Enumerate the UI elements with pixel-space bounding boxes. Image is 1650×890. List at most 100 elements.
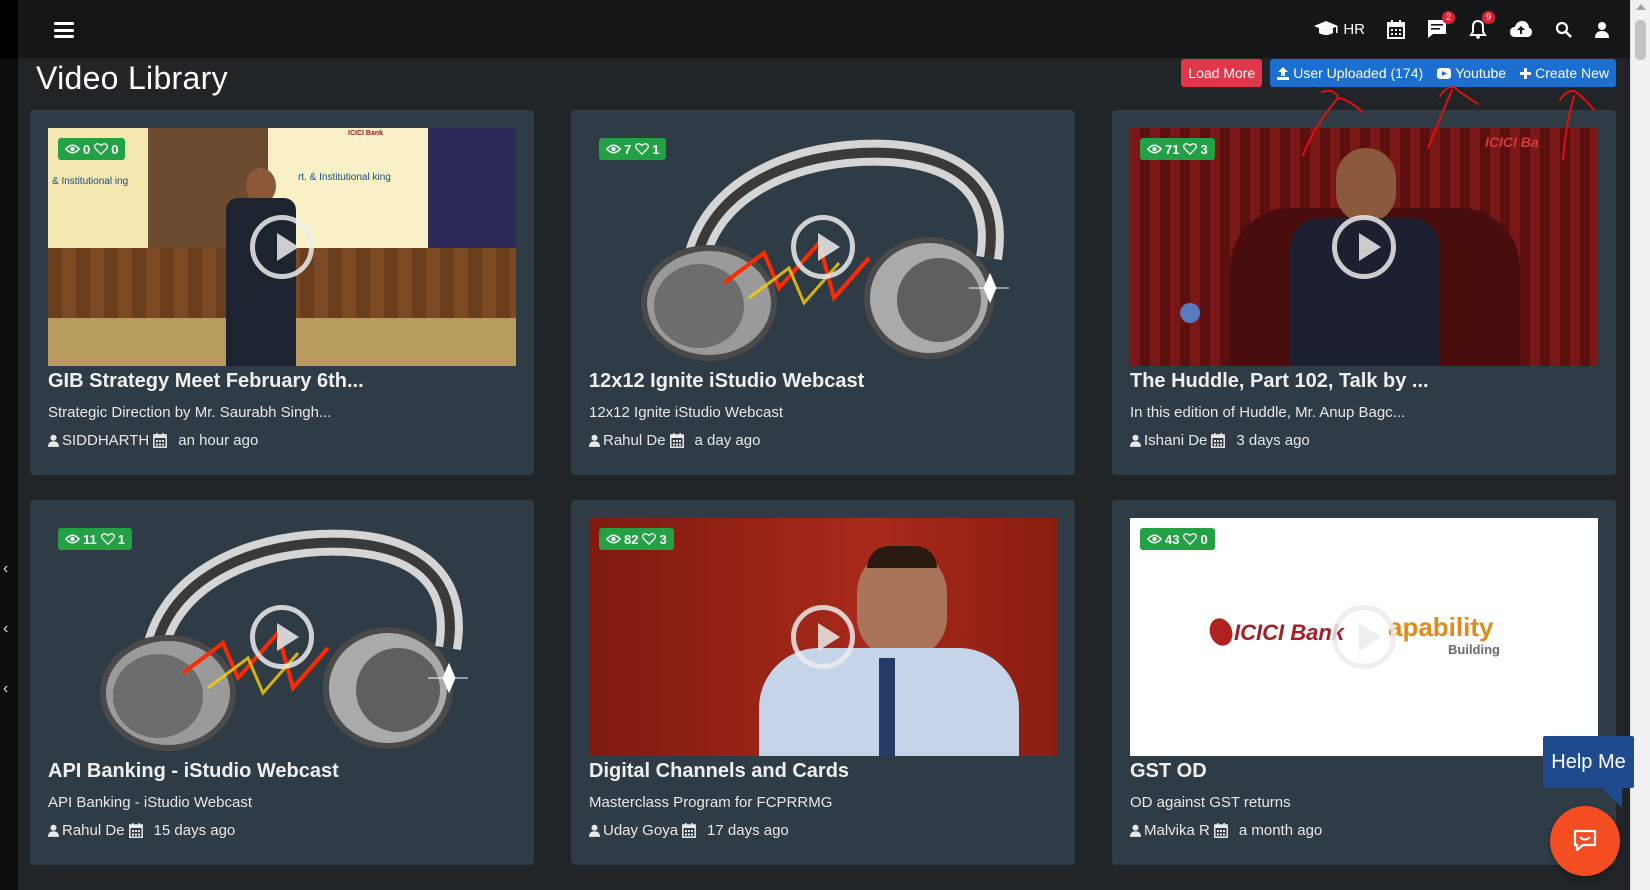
video-card[interactable]: 82 3 Digital Channels and Cards Mastercl… [571,500,1075,865]
chevron-left-icon[interactable]: ‹ [3,620,8,638]
calendar-button[interactable] [1387,19,1405,39]
profile-button[interactable] [1594,21,1610,38]
eye-icon [1147,144,1162,154]
user-uploaded-label: User Uploaded (174) [1293,65,1424,81]
hr-menu[interactable]: HR [1313,20,1365,38]
views-count: 0 [83,141,91,157]
messages-button[interactable]: 2 [1427,11,1455,39]
search-button[interactable] [1555,21,1572,38]
user-icon [1595,21,1609,38]
video-meta: Ishani De 3 days ago [1130,432,1310,449]
video-card[interactable]: ICICI Bank apability Building 43 0 GST O… [1112,500,1616,865]
heart-icon [1183,143,1197,155]
speaker-hair [867,546,937,568]
play-button-icon[interactable] [250,215,314,279]
thumb-logo-right: apability [1388,612,1494,642]
messages-badge: 2 [1442,11,1455,24]
hr-label: HR [1343,20,1365,38]
video-thumbnail[interactable]: ICICI Ba [1130,128,1598,366]
play-button-icon[interactable] [1332,215,1396,279]
views-count: 82 [624,531,639,547]
video-card[interactable]: ICICI Ba 71 3 The Huddle, Part 102, Talk… [1112,110,1616,475]
video-time: 3 days ago [1236,432,1310,449]
chat-button[interactable] [1550,806,1620,876]
calendar-icon [1214,823,1228,838]
video-title[interactable]: GIB Strategy Meet February 6th... [48,370,364,393]
user-uploaded-button[interactable]: User Uploaded (174) [1270,59,1430,87]
help-box-tail [1600,786,1622,808]
play-button-icon[interactable] [791,215,855,279]
search-icon [1555,21,1572,38]
likes-count: 0 [111,141,119,157]
youtube-button[interactable]: Youtube [1430,59,1513,87]
video-meta: Rahul De 15 days ago [48,822,235,839]
video-card[interactable]: & Institutional ing rt. & Institutional … [30,110,534,475]
video-time: a month ago [1238,822,1323,839]
load-more-button[interactable]: Load More [1181,59,1263,87]
video-description: OD against GST returns [1130,794,1291,811]
scrollbar-thumb[interactable] [1635,20,1646,60]
scroll-up-arrow[interactable] [1636,4,1646,10]
eye-icon [1147,534,1162,544]
video-thumbnail[interactable] [589,518,1057,756]
user-icon [48,824,59,837]
source-button-group: User Uploaded (174) Youtube Create New [1270,59,1616,87]
left-edge-strip [0,0,18,890]
video-card[interactable]: 7 1 12x12 Ignite iStudio Webcast 12x12 I… [571,110,1075,475]
library-actions: Load More User Uploaded (174) Youtube Cr… [1181,59,1616,87]
video-meta: Malvika R a month ago [1130,822,1322,839]
video-title[interactable]: The Huddle, Part 102, Talk by ... [1130,370,1429,393]
likes-count: 3 [659,531,667,547]
play-button-icon[interactable] [250,605,314,669]
video-stats-badge: 43 0 [1140,528,1215,550]
video-thumbnail[interactable] [48,518,516,756]
video-author: Ishani De [1144,432,1208,449]
video-title[interactable]: GST OD [1130,760,1207,783]
play-button-icon[interactable] [791,605,855,669]
video-description: Strategic Direction by Mr. Saurabh Singh… [48,404,332,421]
man-head [1336,148,1396,223]
video-title[interactable]: API Banking - iStudio Webcast [48,760,339,783]
views-count: 71 [1165,141,1180,157]
create-new-button[interactable]: Create New [1513,59,1616,87]
video-thumbnail[interactable]: ICICI Bank apability Building [1130,518,1598,756]
video-card[interactable]: 11 1 API Banking - iStudio Webcast API B… [30,500,534,865]
cloud-upload-icon [1510,21,1532,37]
help-me-box[interactable]: Help Me [1543,736,1634,788]
notifications-button[interactable]: 9 [1469,11,1495,39]
calendar-icon [1387,19,1405,39]
plus-icon [1520,67,1532,79]
video-time: 17 days ago [707,822,789,839]
video-stats-badge: 82 3 [599,528,674,550]
graduation-cap-icon [1314,21,1339,35]
user-icon [48,434,59,447]
video-meta: SIDDHARTH an hour ago [48,432,258,449]
page-title: Video Library [36,60,228,96]
video-stats-badge: 7 1 [599,138,667,160]
video-thumbnail[interactable] [589,128,1057,366]
chevron-left-icon[interactable]: ‹ [3,680,8,698]
chevron-left-icon[interactable]: ‹ [3,560,8,578]
stage-screen-far [428,128,516,248]
video-title[interactable]: Digital Channels and Cards [589,760,849,783]
hamburger-menu-icon[interactable] [54,22,74,38]
video-title[interactable]: 12x12 Ignite iStudio Webcast [589,370,864,393]
header-icons: HR 2 9 [1291,11,1610,44]
likes-count: 1 [117,531,125,547]
user-icon [1130,434,1141,447]
speaker-lanyard [879,658,895,756]
thumb-logo-left: ICICI Bank [1234,620,1345,645]
eye-icon [65,534,80,544]
video-stats-badge: 0 0 [58,138,126,160]
calendar-icon [153,433,167,448]
video-author: Malvika R [1144,822,1210,839]
play-button-icon[interactable] [1332,605,1396,669]
video-stats-badge: 71 3 [1140,138,1215,160]
upload-button[interactable] [1509,20,1533,38]
video-meta: Rahul De a day ago [589,432,760,449]
video-thumbnail[interactable]: & Institutional ing rt. & Institutional … [48,128,516,366]
notifications-badge: 9 [1482,11,1495,24]
slide-text-right: rt. & Institutional king [298,172,391,183]
video-meta: Uday Goya 17 days ago [589,822,789,839]
heart-icon [642,533,656,545]
